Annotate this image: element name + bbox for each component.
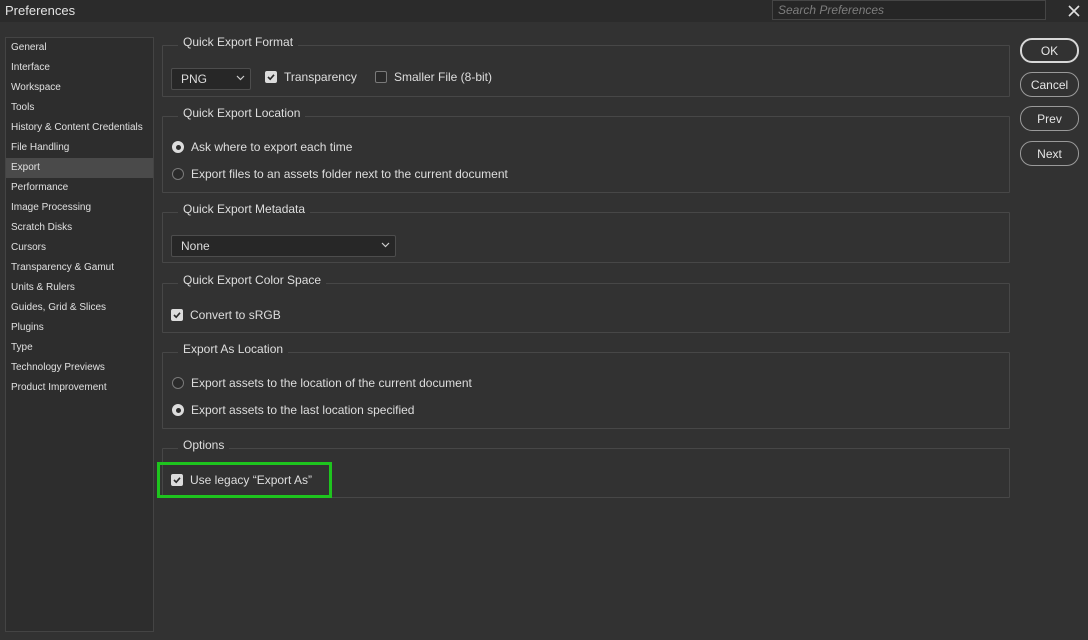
radio-selected-icon: [172, 404, 184, 416]
option-assets-label: Export files to an assets folder next to…: [191, 167, 508, 181]
group-title: Export As Location: [178, 342, 289, 356]
option-current-label: Export assets to the location of the cur…: [191, 376, 472, 390]
radio-unselected-icon: [172, 168, 184, 180]
sidebar-item-cursors[interactable]: Cursors: [6, 238, 153, 258]
sidebar-item-file-handling[interactable]: File Handling: [6, 138, 153, 158]
quick-export-format-group: Quick Export Format PNG Transparency Sma…: [162, 35, 1010, 97]
radio-selected-icon: [172, 141, 184, 153]
group-title: Quick Export Location: [178, 106, 306, 120]
convert-srgb-checkbox[interactable]: Convert to sRGB: [171, 308, 281, 322]
preferences-sidebar: General Interface Workspace Tools Histor…: [5, 37, 154, 632]
checkbox-unchecked-icon: [375, 71, 387, 83]
smaller-file-label: Smaller File (8-bit): [394, 70, 493, 84]
group-title: Quick Export Color Space: [178, 273, 327, 287]
quick-export-location-group: Quick Export Location Ask where to expor…: [162, 106, 1010, 193]
ok-button[interactable]: OK: [1020, 38, 1079, 63]
group-title: Quick Export Format: [178, 35, 299, 49]
quick-export-color-space-group: Quick Export Color Space Convert to sRGB: [162, 273, 1010, 333]
radio-current-document[interactable]: Export assets to the location of the cur…: [172, 376, 472, 390]
sidebar-item-interface[interactable]: Interface: [6, 58, 153, 78]
highlight-box: [157, 462, 332, 498]
radio-last-location[interactable]: Export assets to the last location speci…: [172, 403, 414, 417]
radio-unselected-icon: [172, 377, 184, 389]
checkbox-checked-icon: [265, 71, 277, 83]
sidebar-item-product-improvement[interactable]: Product Improvement: [6, 378, 153, 398]
radio-ask-each-time[interactable]: Ask where to export each time: [172, 140, 352, 154]
sidebar-item-tools[interactable]: Tools: [6, 98, 153, 118]
cancel-button[interactable]: Cancel: [1020, 72, 1079, 97]
window-title: Preferences: [5, 3, 76, 18]
sidebar-item-image-processing[interactable]: Image Processing: [6, 198, 153, 218]
prev-button[interactable]: Prev: [1020, 106, 1079, 131]
sidebar-item-transparency-gamut[interactable]: Transparency & Gamut: [6, 258, 153, 278]
metadata-select[interactable]: None: [171, 235, 396, 257]
format-select-value: PNG: [181, 72, 208, 86]
title-bar: Preferences: [0, 0, 1088, 22]
metadata-select-value: None: [181, 239, 210, 253]
sidebar-item-plugins[interactable]: Plugins: [6, 318, 153, 338]
sidebar-item-type[interactable]: Type: [6, 338, 153, 358]
chevron-down-icon: [236, 75, 245, 81]
chevron-down-icon: [381, 242, 390, 248]
checkbox-checked-icon: [171, 309, 183, 321]
next-button[interactable]: Next: [1020, 141, 1079, 166]
format-select[interactable]: PNG: [171, 68, 251, 90]
sidebar-item-export[interactable]: Export: [6, 158, 153, 178]
sidebar-item-general[interactable]: General: [6, 38, 153, 58]
quick-export-metadata-group: Quick Export Metadata None: [162, 202, 1010, 263]
group-title: Options: [178, 438, 230, 452]
export-as-location-group: Export As Location Export assets to the …: [162, 342, 1010, 429]
sidebar-item-technology-previews[interactable]: Technology Previews: [6, 358, 153, 378]
sidebar-item-units-rulers[interactable]: Units & Rulers: [6, 278, 153, 298]
group-title: Quick Export Metadata: [178, 202, 311, 216]
close-icon: [1068, 5, 1080, 17]
close-button[interactable]: [1062, 0, 1086, 22]
sidebar-item-performance[interactable]: Performance: [6, 178, 153, 198]
sidebar-item-scratch-disks[interactable]: Scratch Disks: [6, 218, 153, 238]
sidebar-item-workspace[interactable]: Workspace: [6, 78, 153, 98]
option-ask-label: Ask where to export each time: [191, 140, 353, 154]
transparency-checkbox[interactable]: Transparency: [265, 70, 357, 84]
radio-assets-folder[interactable]: Export files to an assets folder next to…: [172, 167, 508, 181]
sidebar-item-guides-grid-slices[interactable]: Guides, Grid & Slices: [6, 298, 153, 318]
convert-srgb-label: Convert to sRGB: [190, 308, 281, 322]
sidebar-item-history[interactable]: History & Content Credentials: [6, 118, 153, 138]
search-input[interactable]: [772, 0, 1046, 20]
option-last-label: Export assets to the last location speci…: [191, 403, 415, 417]
transparency-label: Transparency: [284, 70, 357, 84]
smaller-file-checkbox[interactable]: Smaller File (8-bit): [375, 70, 492, 84]
